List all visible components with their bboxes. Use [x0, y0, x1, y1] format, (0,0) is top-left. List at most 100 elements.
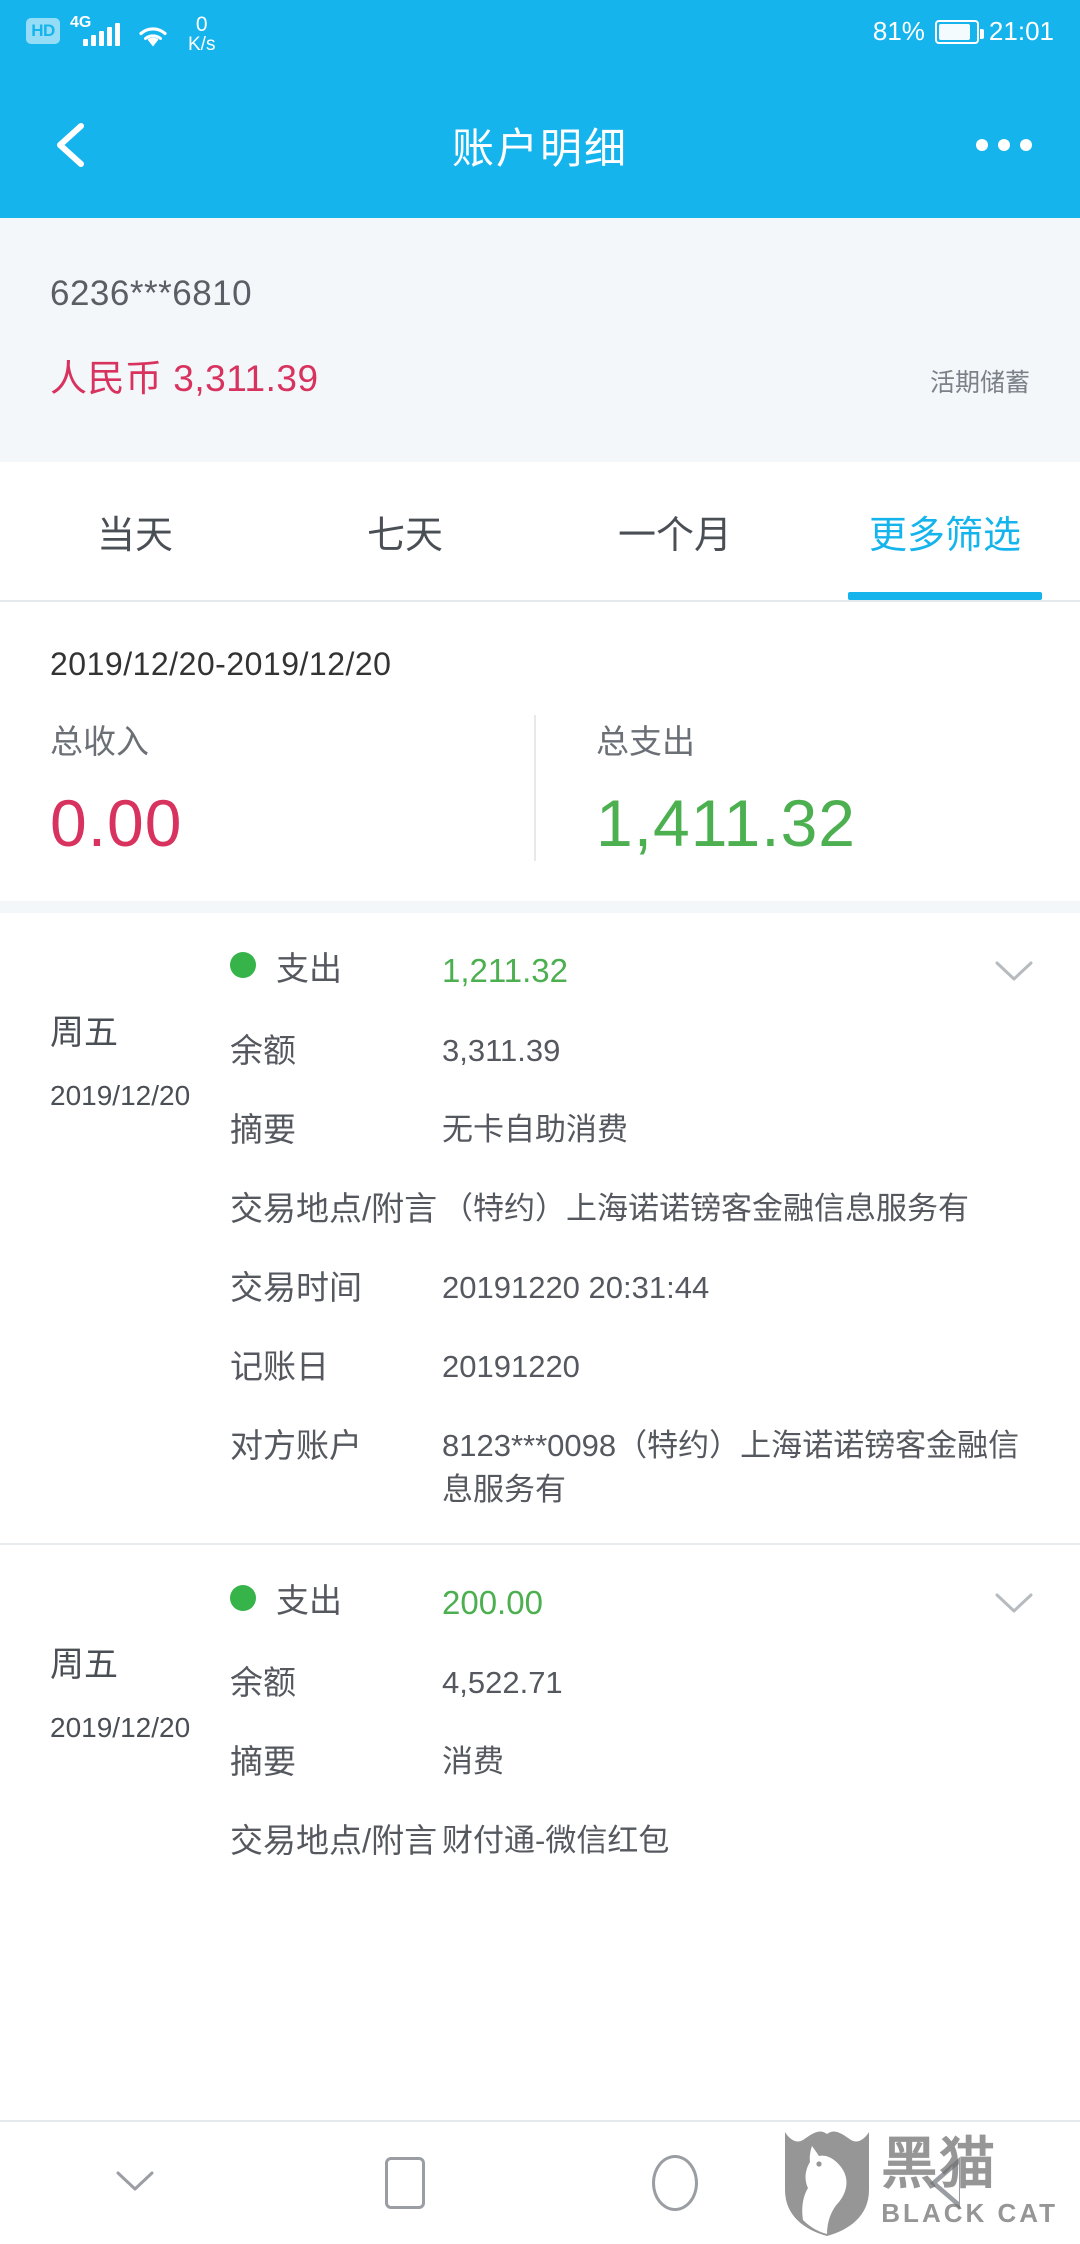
- field-key: 摘要: [230, 1110, 296, 1148]
- phone-screen: HD 4G 0 K/s 81% 21:01 账户明细 6236***6810 人…: [0, 0, 1080, 2244]
- network-speed-unit: K/s: [188, 34, 216, 55]
- field-key: 余额: [230, 1664, 296, 1702]
- account-balance-row: 人民币 3,311.39 活期储蓄: [50, 348, 1030, 402]
- total-expense-block: 总支出 1,411.32: [534, 715, 1080, 861]
- field-value: 20191220: [442, 1348, 580, 1384]
- list-item: 余额 3,311.39: [230, 1029, 1036, 1074]
- field-value: （特约）上海诺诺镑客金融信息服务有: [442, 1190, 969, 1226]
- field-key: 交易时间: [230, 1268, 362, 1306]
- field-value: 4,522.71: [442, 1665, 563, 1701]
- tab-seven-days[interactable]: 七天: [270, 462, 540, 600]
- status-bar: HD 4G 0 K/s 81% 21:01: [0, 0, 1080, 72]
- transaction-amount: 200.00: [442, 1584, 543, 1622]
- field-value: 消费: [442, 1744, 504, 1780]
- circle-icon: [652, 2155, 698, 2211]
- chevron-down-icon: [113, 2167, 157, 2200]
- field-key: 对方账户: [230, 1426, 362, 1464]
- expense-dot-icon: [230, 952, 256, 979]
- watermark-text: 黑猫 BLACK CAT: [881, 2135, 1058, 2229]
- transaction-details: 支出 1,211.32 余额 3,311.39 摘要 无卡自助消费 交易地点/附…: [230, 947, 1080, 1517]
- field-key: 摘要: [230, 1743, 296, 1781]
- tab-one-month[interactable]: 一个月: [540, 462, 810, 600]
- clock-label: 21:01: [988, 16, 1054, 46]
- total-income-value: 0.00: [50, 786, 183, 860]
- list-item: 对方账户 8123***0098（特约）上海诺诺镑客金融信息服务有: [230, 1424, 1036, 1514]
- recent-apps-button[interactable]: [270, 2157, 540, 2209]
- list-item: 交易地点/附言 （特约）上海诺诺镑客金融信息服务有: [230, 1187, 1036, 1232]
- field-key: 交易地点/附言: [230, 1822, 438, 1860]
- transaction-amount: 1,211.32: [442, 952, 569, 989]
- signal-bars: [83, 23, 120, 46]
- chevron-down-icon[interactable]: [994, 959, 1034, 983]
- transaction-type-row: 支出 200.00: [230, 1579, 1036, 1627]
- list-item: 余额 4,522.71: [230, 1661, 1036, 1706]
- account-summary-panel: 6236***6810 人民币 3,311.39 活期储蓄: [0, 218, 1080, 462]
- field-value: 3,311.39: [442, 1032, 561, 1068]
- black-cat-shield-logo-icon: [779, 2126, 875, 2238]
- tab-more-filters[interactable]: 更多筛选: [810, 462, 1080, 600]
- hide-keyboard-button[interactable]: [0, 2167, 270, 2200]
- back-button[interactable]: [44, 118, 98, 172]
- hd-icon: HD: [26, 18, 60, 44]
- watermark: 黑猫 BLACK CAT: [779, 2126, 1058, 2238]
- account-number: 6236***6810: [50, 274, 253, 313]
- expense-dot-icon: [230, 1584, 256, 1611]
- field-key: 余额: [230, 1031, 296, 1069]
- summary-columns: 总收入 0.00 总支出 1,411.32: [0, 715, 1080, 861]
- transaction-type-row: 支出 1,211.32: [230, 947, 1036, 995]
- list-item: 摘要 无卡自助消费: [230, 1108, 1036, 1153]
- transaction-date-column: 周五 2019/12/20: [0, 1579, 230, 1868]
- total-income-label: 总收入: [50, 723, 149, 760]
- total-expense-label: 总支出: [596, 723, 695, 760]
- account-balance: 人民币 3,311.39: [50, 348, 319, 402]
- network-speed-indicator: 0 K/s: [188, 14, 215, 54]
- field-value: 无卡自助消费: [442, 1111, 628, 1147]
- network-speed-value: 0: [195, 13, 208, 36]
- period-filter-tabs: 当天 七天 一个月 更多筛选: [0, 462, 1080, 602]
- transaction-details: 支出 200.00 余额 4,522.71 摘要 消费 交易地点/附言 财付通-…: [230, 1579, 1080, 1868]
- status-bar-left: HD 4G 0 K/s: [26, 14, 215, 55]
- total-income-block: 总收入 0.00: [0, 715, 534, 861]
- table-row[interactable]: 周五 2019/12/20 支出 200.00 余额 4,522.71 摘要 消…: [0, 1543, 1080, 1894]
- field-key: 记账日: [230, 1347, 329, 1385]
- transaction-date: 2019/12/20: [50, 1080, 191, 1111]
- home-button[interactable]: [540, 2155, 810, 2211]
- field-value: 财付通-微信红包: [442, 1823, 670, 1859]
- field-key: 交易地点/附言: [230, 1189, 438, 1227]
- currency-label: 人民币: [50, 358, 163, 399]
- transaction-type-label: 支出: [276, 950, 342, 987]
- transaction-type-key: 支出: [230, 1579, 442, 1624]
- transaction-weekday: 周五: [50, 1014, 118, 1052]
- field-value: 20191220 20:31:44: [442, 1269, 710, 1305]
- more-options-icon[interactable]: [976, 139, 1032, 151]
- tab-seven-days-label: 七天: [366, 514, 443, 557]
- tab-one-month-label: 一个月: [617, 514, 732, 557]
- list-item: 交易时间 20191220 20:31:44: [230, 1266, 1036, 1311]
- field-value: 8123***0098（特约）上海诺诺镑客金融信息服务有: [442, 1427, 1020, 1508]
- tab-today[interactable]: 当天: [0, 462, 270, 600]
- transaction-type-label: 支出: [276, 1582, 342, 1620]
- wifi-icon: [134, 20, 172, 55]
- square-icon: [385, 2157, 425, 2209]
- table-row[interactable]: 周五 2019/12/20 支出 1,211.32 余额 3,311.39 摘要…: [0, 913, 1080, 1543]
- transaction-weekday: 周五: [50, 1646, 118, 1685]
- app-title-bar: 账户明细: [0, 72, 1080, 218]
- watermark-name-en: BLACK CAT: [881, 2197, 1058, 2228]
- tab-more-filters-label: 更多筛选: [868, 514, 1021, 557]
- balance-amount: 3,311.39: [173, 358, 319, 399]
- total-expense-value: 1,411.32: [596, 786, 857, 860]
- list-item: 记账日 20191220: [230, 1345, 1036, 1390]
- page-title: 账户明细: [451, 124, 628, 172]
- active-tab-underline: [848, 592, 1042, 600]
- battery-icon: [934, 19, 984, 44]
- battery-percent-label: 81%: [872, 16, 925, 46]
- account-type-label: 活期储蓄: [929, 369, 1030, 397]
- date-range-label: 2019/12/20-2019/12/20: [50, 646, 392, 682]
- list-item: 摘要 消费: [230, 1740, 1036, 1785]
- tab-today-label: 当天: [96, 514, 173, 557]
- cellular-signal-icon: 4G: [70, 14, 124, 50]
- list-item: 交易地点/附言 财付通-微信红包: [230, 1819, 1036, 1864]
- chevron-down-icon[interactable]: [994, 1591, 1034, 1615]
- status-bar-right: 81% 21:01: [873, 16, 1054, 47]
- transaction-type-key: 支出: [230, 947, 442, 992]
